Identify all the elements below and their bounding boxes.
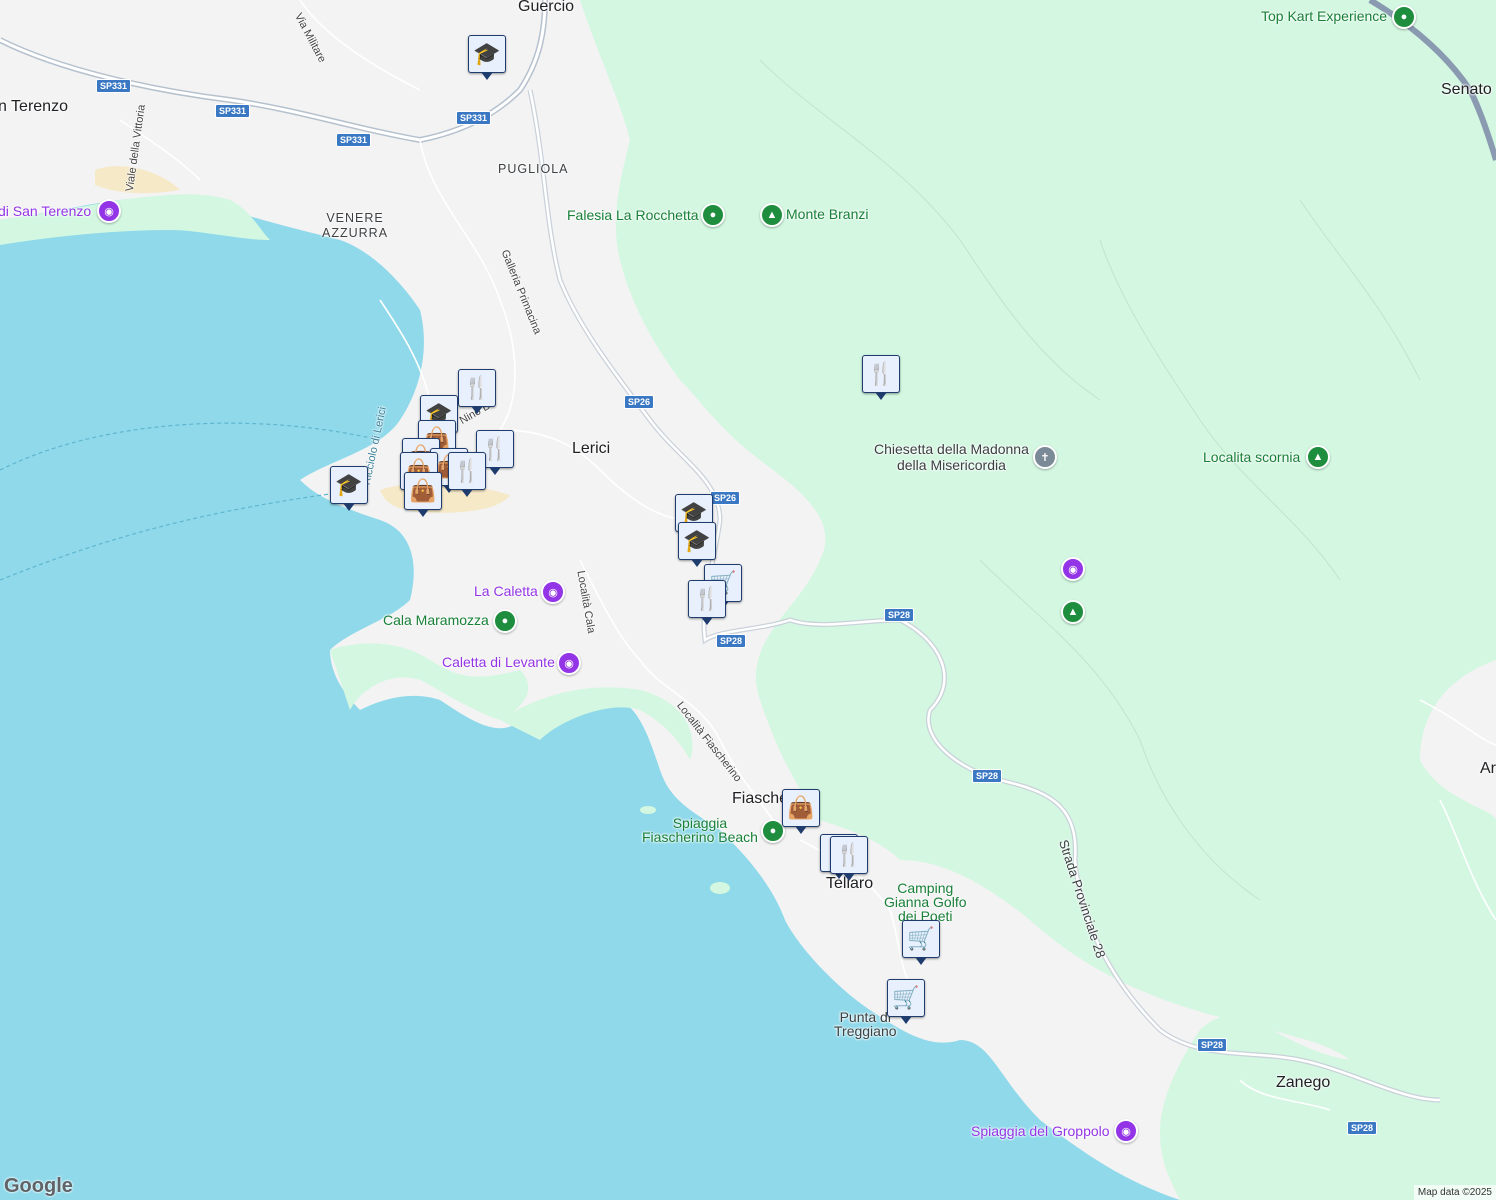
route-shield: SP331 bbox=[215, 104, 251, 118]
route-shield: SP28 bbox=[1347, 1121, 1378, 1135]
poi-label-scornia[interactable]: Localita scornia bbox=[1203, 449, 1300, 465]
route-shield: SP28 bbox=[884, 608, 915, 622]
pin-icon[interactable]: ● bbox=[1392, 5, 1416, 29]
camera-icon[interactable]: ◉ bbox=[1061, 557, 1085, 581]
place-zanego[interactable]: Zanego bbox=[1276, 1075, 1330, 1091]
place-ar[interactable]: Ar bbox=[1480, 761, 1496, 777]
marker-cart-icon[interactable]: 🛒 bbox=[902, 920, 940, 965]
route-shield: SP331 bbox=[96, 79, 132, 93]
poi-label-san-terenzo[interactable]: di San Terenzo bbox=[0, 203, 91, 219]
pin-icon[interactable]: ● bbox=[493, 609, 517, 633]
tree-icon[interactable]: ▲ bbox=[1061, 600, 1085, 624]
map-canvas[interactable] bbox=[0, 0, 1496, 1200]
camera-icon[interactable]: ◉ bbox=[1114, 1119, 1138, 1143]
map-attribution: Map data ©2025 bbox=[1413, 1185, 1496, 1200]
marker-restaurant-icon[interactable]: 🍴 bbox=[830, 836, 868, 881]
google-logo: Google bbox=[4, 1175, 73, 1197]
place-pugliola[interactable]: PUGLIOLA bbox=[498, 161, 569, 177]
poi-label-spiaggia-groppolo[interactable]: Spiaggia del Groppolo bbox=[971, 1123, 1110, 1139]
marker-shopping-bag-icon[interactable]: 👜 bbox=[782, 789, 820, 834]
poi-label-caletta-levante[interactable]: Caletta di Levante bbox=[442, 654, 555, 670]
poi-label-chiesetta[interactable]: Chiesetta della Madonna della Misericord… bbox=[874, 441, 1029, 473]
tree-icon[interactable]: ▲ bbox=[1306, 445, 1330, 469]
poi-label-la-caletta[interactable]: La Caletta bbox=[474, 583, 538, 599]
poi-label-spiaggia-fiascherino[interactable]: Spiaggia Fiascherino Beach bbox=[642, 816, 758, 844]
marker-school-icon[interactable]: 🎓 bbox=[330, 466, 368, 511]
marker-restaurant-icon[interactable]: 🍴 bbox=[862, 355, 900, 400]
marker-cart-icon[interactable]: 🛒 bbox=[887, 979, 925, 1024]
poi-label-cala-maramozza[interactable]: Cala Maramozza bbox=[383, 612, 489, 628]
tree-icon[interactable]: ▲ bbox=[760, 203, 784, 227]
camera-icon[interactable]: ◉ bbox=[557, 651, 581, 675]
marker-restaurant-icon[interactable]: 🍴 bbox=[688, 580, 726, 625]
poi-label-camping[interactable]: Camping Gianna Golfo dei Poeti bbox=[884, 881, 967, 923]
route-shield: SP331 bbox=[336, 133, 372, 147]
place-guercio[interactable]: Guercio bbox=[518, 0, 574, 15]
cross-icon[interactable]: ✝ bbox=[1033, 445, 1057, 469]
poi-label-monte-branzi[interactable]: Monte Branzi bbox=[786, 206, 868, 222]
route-shield: SP28 bbox=[1197, 1038, 1228, 1052]
camera-icon[interactable]: ◉ bbox=[541, 580, 565, 604]
marker-school-icon[interactable]: 🎓 bbox=[678, 522, 716, 567]
route-shield: SP26 bbox=[624, 395, 655, 409]
marker-restaurant-icon[interactable]: 🍴 bbox=[448, 452, 486, 497]
pin-icon[interactable]: ● bbox=[701, 203, 725, 227]
marker-school-icon[interactable]: 🎓 bbox=[468, 35, 506, 80]
place-san-terenzo[interactable]: n Terenzo bbox=[0, 99, 68, 115]
poi-label-top-kart[interactable]: Top Kart Experience bbox=[1261, 8, 1387, 24]
islet bbox=[640, 806, 656, 814]
route-shield: SP28 bbox=[972, 769, 1003, 783]
route-shield: SP26 bbox=[710, 491, 741, 505]
place-lerici[interactable]: Lerici bbox=[572, 441, 610, 457]
route-shield: SP28 bbox=[716, 634, 747, 648]
islet bbox=[710, 882, 730, 894]
marker-shopping-bag-icon[interactable]: 👜 bbox=[404, 472, 442, 517]
place-venere-azzurra[interactable]: VENERE AZZURRA bbox=[322, 211, 388, 241]
poi-label-falesia[interactable]: Falesia La Rocchetta bbox=[567, 207, 699, 223]
camera-icon[interactable]: ◉ bbox=[97, 199, 121, 223]
place-senato[interactable]: Senato bbox=[1441, 82, 1492, 98]
route-shield: SP331 bbox=[456, 111, 492, 125]
marker-restaurant-icon[interactable]: 🍴 bbox=[458, 369, 496, 414]
